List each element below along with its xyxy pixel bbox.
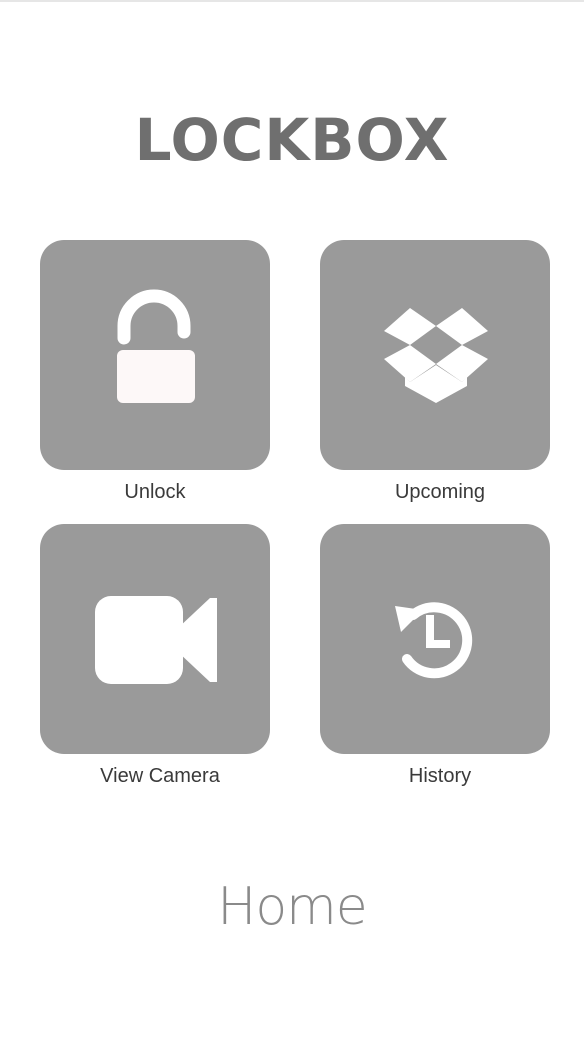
- history-label[interactable]: History: [325, 764, 555, 788]
- unlock-label[interactable]: Unlock: [40, 480, 270, 504]
- unlock-tile[interactable]: [40, 240, 270, 470]
- upcoming-tile[interactable]: [320, 240, 550, 470]
- view-camera-tile[interactable]: [40, 524, 270, 754]
- video-camera-icon: [95, 596, 217, 684]
- unlock-icon: [117, 289, 195, 403]
- upcoming-label[interactable]: Upcoming: [325, 480, 555, 504]
- history-tile[interactable]: [320, 524, 550, 754]
- dropbox-icon: [384, 308, 488, 403]
- app-logo: LOCKBOX: [134, 106, 450, 174]
- top-divider: [0, 0, 584, 2]
- view-camera-label[interactable]: View Camera: [45, 764, 275, 788]
- history-icon: [395, 602, 473, 679]
- page-title: Home: [217, 877, 368, 937]
